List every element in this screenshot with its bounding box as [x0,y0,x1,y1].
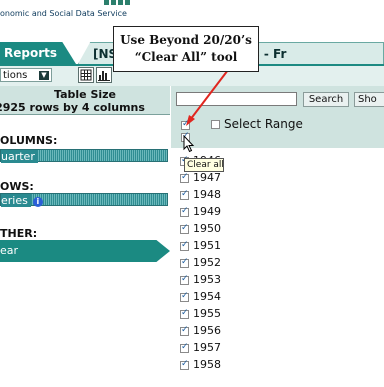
year-checkbox[interactable] [180,308,189,319]
list-item[interactable]: 1949 [180,205,280,219]
annotation-arrow [186,69,229,126]
rows-dimension[interactable]: eries i [0,193,168,207]
table-size-title: Table Size [54,88,116,101]
year-checkbox[interactable] [180,189,189,200]
logo-mark [104,0,132,5]
show-button[interactable]: Sho [354,92,384,107]
rows-dimension-label: eries [1,194,31,207]
list-item[interactable]: 1957 [180,341,280,355]
chart-view-icon[interactable] [96,67,112,83]
annotation-line-1: Use Beyond 20/20’s [120,33,252,47]
year-checkbox[interactable] [180,342,189,353]
table-size-box: Table Size 2925 rows by 4 columns [0,86,170,115]
clear-all-tooltip: Clear all [184,158,224,172]
annotation-callout: Use Beyond 20/20’s “Clear All” tool [113,26,259,72]
list-item[interactable]: 1950 [180,222,280,236]
list-item[interactable]: 1947 [180,171,280,185]
list-item[interactable]: 1951 [180,239,280,253]
list-item[interactable]: 1958 [180,358,280,372]
rows-label: OWS: [0,180,34,193]
options-dropdown[interactable]: tions ▼ [0,68,52,82]
mouse-cursor-icon [183,135,195,153]
list-item[interactable]: 1954 [180,290,280,304]
chevron-down-icon: ▼ [39,71,49,80]
other-label: THER: [0,227,38,240]
list-item[interactable]: 1948 [180,188,280,202]
year-checkbox[interactable] [180,274,189,285]
year-checkbox[interactable] [180,223,189,234]
annotation-line-2: “Clear All” tool [134,50,238,64]
year-checkbox[interactable] [180,172,189,183]
year-checkbox[interactable] [180,359,189,370]
year-checkbox[interactable] [180,325,189,336]
search-button[interactable]: Search [303,92,349,107]
options-label: tions [3,70,28,81]
other-dimension-year[interactable]: ear [0,240,170,262]
table-size-value: 2925 rows by 4 columns [0,101,145,114]
info-icon[interactable]: i [32,197,43,207]
year-checkbox[interactable] [180,206,189,217]
columns-label: OLUMNS: [0,134,58,147]
year-checkbox[interactable] [180,240,189,251]
list-item[interactable]: 1955 [180,307,280,321]
list-item[interactable]: 1953 [180,273,280,287]
other-dimension-label: ear [0,244,19,257]
table-view-icon[interactable] [78,67,94,83]
columns-dimension[interactable]: uarter [0,149,168,163]
logo-text: onomic and Social Data Service [0,9,127,18]
year-checkbox[interactable] [180,291,189,302]
year-checkbox[interactable] [180,257,189,268]
list-item[interactable]: 1956 [180,324,280,338]
columns-dimension-label: uarter [1,150,38,163]
list-item[interactable]: 1952 [180,256,280,270]
